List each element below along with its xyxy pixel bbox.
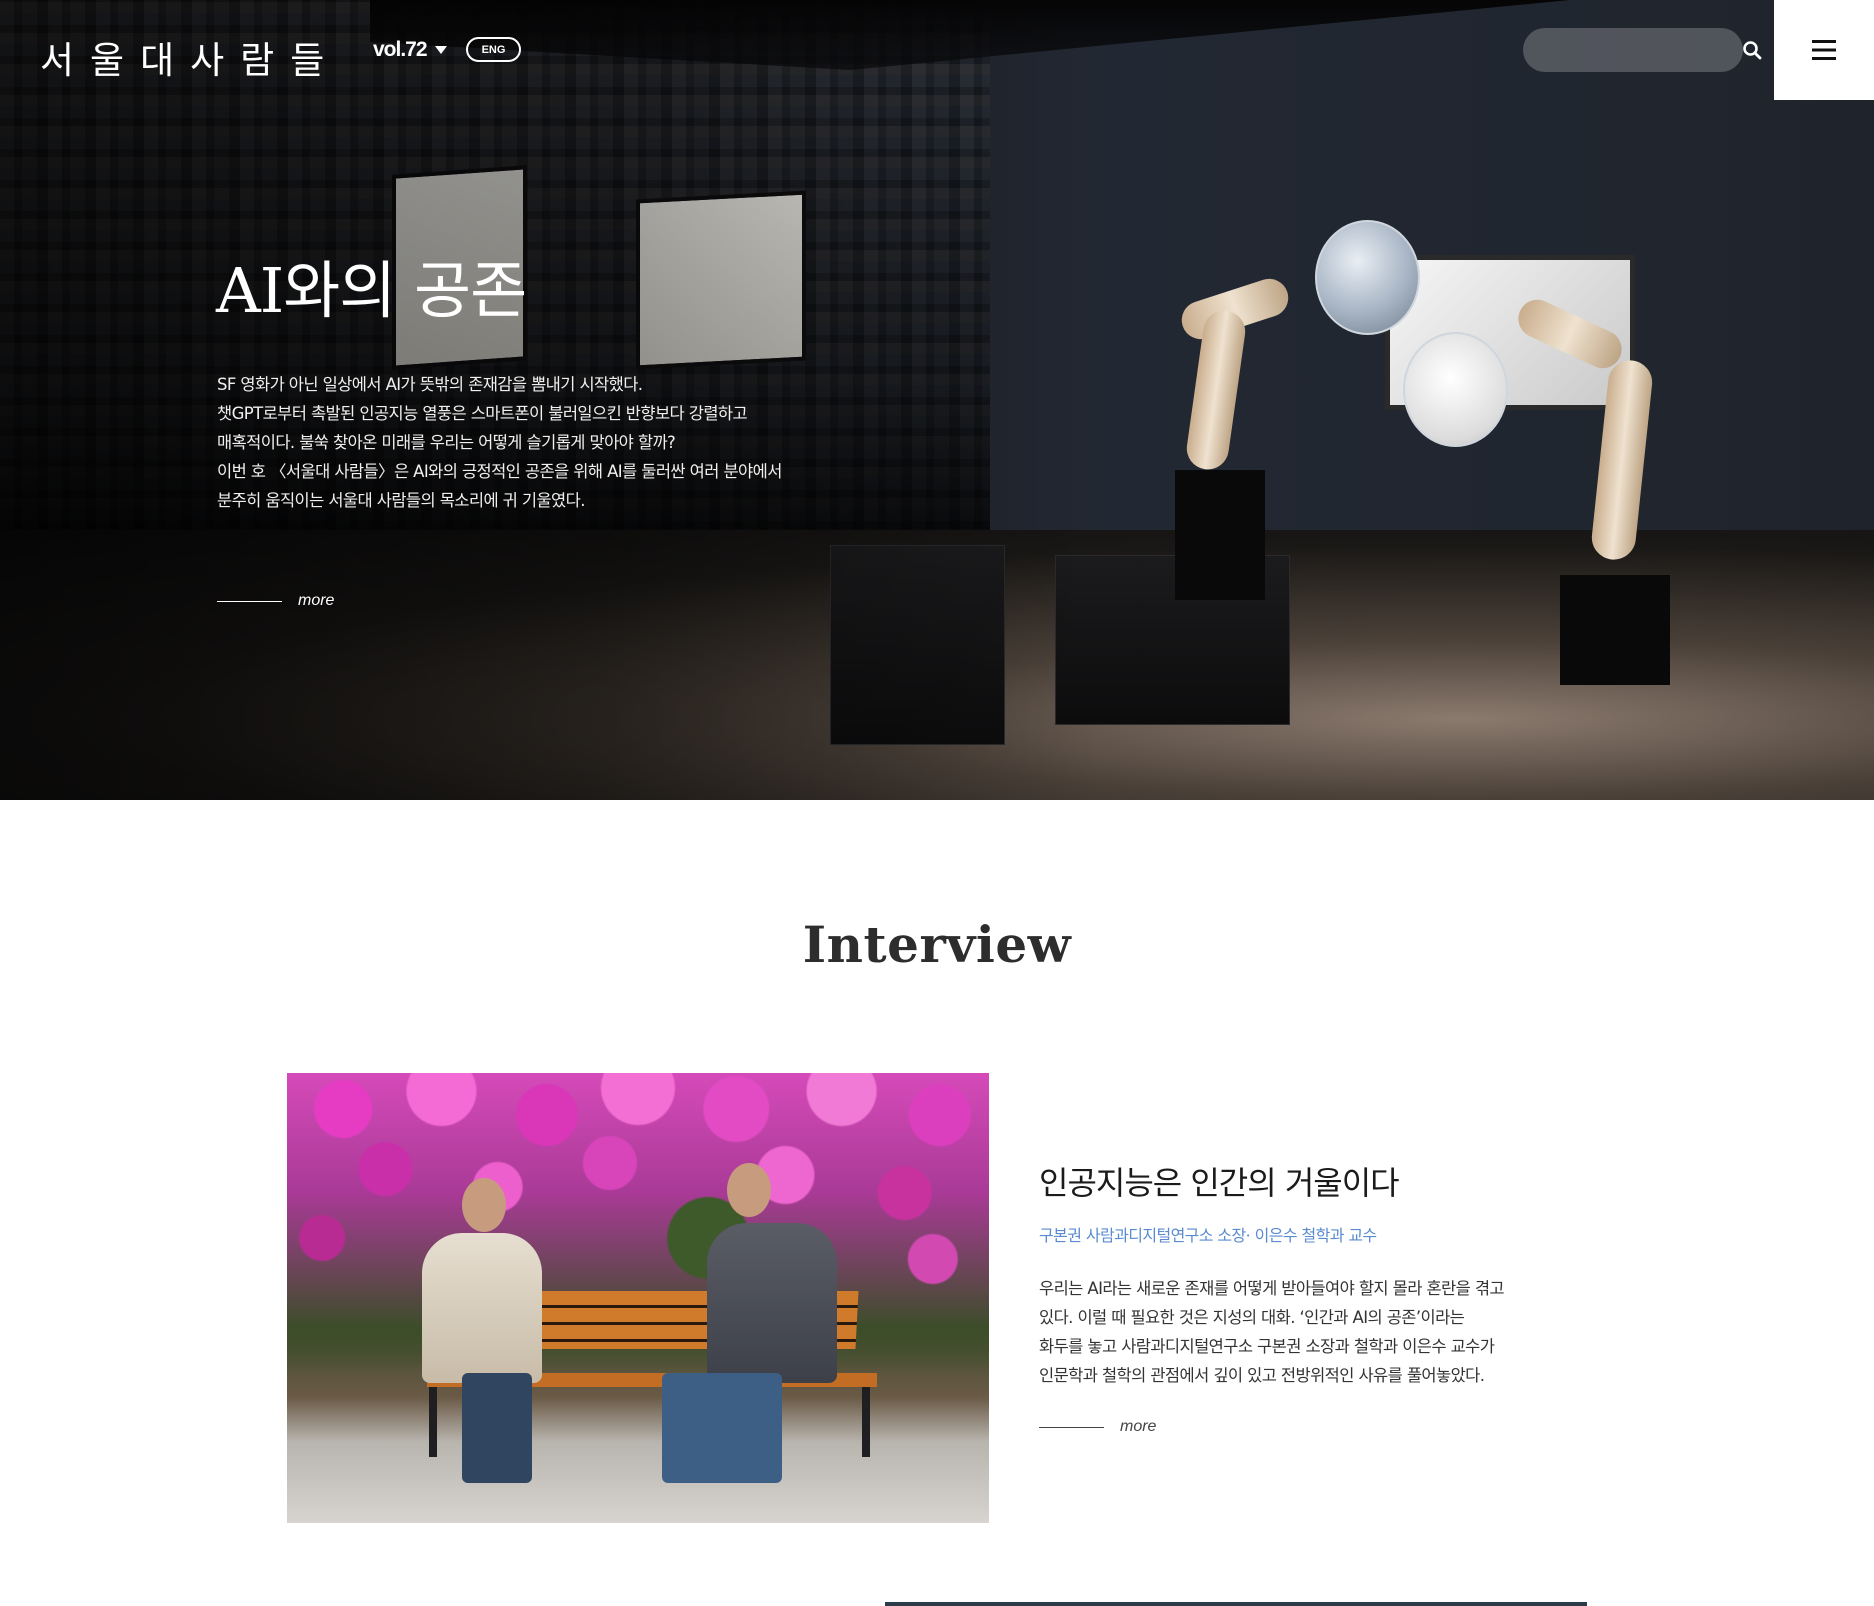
photo-person-right-legs	[662, 1373, 782, 1483]
next-article-preview[interactable]	[885, 1602, 1587, 1606]
search-bar	[1523, 28, 1762, 72]
hero-description-line: SF 영화가 아닌 일상에서 AI가 뜻밖의 존재감을 뽐내기 시작했다.	[217, 375, 643, 394]
hero-robot-stand	[1175, 470, 1265, 600]
interview-section-title: Interview	[802, 915, 1072, 974]
photo-person-left	[422, 1233, 542, 1383]
hero-banner: AI와의 공존 SF 영화가 아닌 일상에서 AI가 뜻밖의 존재감을 뽐내기 …	[0, 0, 1874, 800]
interview-description-line: 있다. 이럴 때 필요한 것은 지성의 대화. ‘인간과 AI의 공존’이라는	[1039, 1308, 1465, 1327]
interview-article: 인공지능은 인간의 거울이다 구본권 사람과디지털연구소 소장· 이은수 철학과…	[1039, 1158, 1559, 1390]
caret-down-icon	[434, 46, 447, 54]
more-line-decoration	[217, 600, 282, 602]
hero-description-line: 이번 호 〈서울대 사람들〉은 AI와의 긍정적인 공존을 위해 AI를 둘러싼…	[217, 462, 782, 481]
volume-label: vol.72	[373, 38, 428, 61]
photo-person-right-head	[727, 1163, 771, 1217]
photo-bench-leg	[862, 1387, 870, 1457]
interview-more-link[interactable]: more	[1039, 1418, 1156, 1436]
photo-person-left-head	[462, 1178, 506, 1232]
interview-more-label: more	[1120, 1418, 1157, 1435]
volume-selector[interactable]: vol.72	[373, 38, 447, 62]
more-line-decoration	[1039, 1426, 1104, 1428]
hero-description-line: 분주히 움직이는 서울대 사람들의 목소리에 귀 기울였다.	[217, 491, 585, 510]
interview-description-line: 우리는 AI라는 새로운 존재를 어떻게 받아들여야 할지 몰라 혼란을 겪고	[1039, 1279, 1505, 1298]
interview-description: 우리는 AI라는 새로운 존재를 어떻게 받아들여야 할지 몰라 혼란을 겪고 …	[1039, 1274, 1559, 1390]
hero-description-line: 매혹적이다. 불쑥 찾아온 미래를 우리는 어떻게 슬기롭게 맞아야 할까?	[217, 433, 676, 452]
interview-subtitle: 구본권 사람과디지털연구소 소장· 이은수 철학과 교수	[1039, 1226, 1377, 1245]
interview-photo[interactable]	[287, 1073, 989, 1523]
search-button[interactable]	[1742, 28, 1762, 72]
photo-person-left-legs	[462, 1373, 532, 1483]
interview-description-line: 인문학과 철학의 관점에서 깊이 있고 전방위적인 사유를 풀어놓았다.	[1039, 1366, 1485, 1385]
hero-robot-stand	[1560, 575, 1670, 685]
hero-mirror-disc	[1315, 220, 1420, 335]
hero-description-line: 챗GPT로부터 촉발된 인공지능 열풍은 스마트폰이 불러일으킨 반향보다 강렬…	[217, 404, 748, 423]
photo-bench-leg	[429, 1387, 437, 1457]
photo-person-right	[707, 1223, 837, 1383]
hero-more-link[interactable]: more	[217, 592, 334, 610]
hero-more-label: more	[298, 592, 335, 609]
hamburger-menu-icon	[1812, 40, 1836, 60]
interview-description-line: 화두를 놓고 사람과디지털연구소 구본권 소장과 철학과 이은수 교수가	[1039, 1337, 1495, 1356]
hero-description: SF 영화가 아닌 일상에서 AI가 뜻밖의 존재감을 뽐내기 시작했다. 챗G…	[217, 370, 837, 515]
hero-mirror-disc	[1403, 332, 1508, 447]
search-icon	[1743, 41, 1762, 60]
site-logo[interactable]: 서울대사람들	[40, 30, 340, 84]
search-input[interactable]	[1523, 28, 1742, 72]
interview-title[interactable]: 인공지능은 인간의 거울이다	[1039, 1158, 1559, 1204]
hero-title: AI와의 공존	[216, 254, 527, 327]
menu-button[interactable]	[1774, 0, 1874, 100]
english-language-button[interactable]: ENG	[466, 37, 521, 62]
